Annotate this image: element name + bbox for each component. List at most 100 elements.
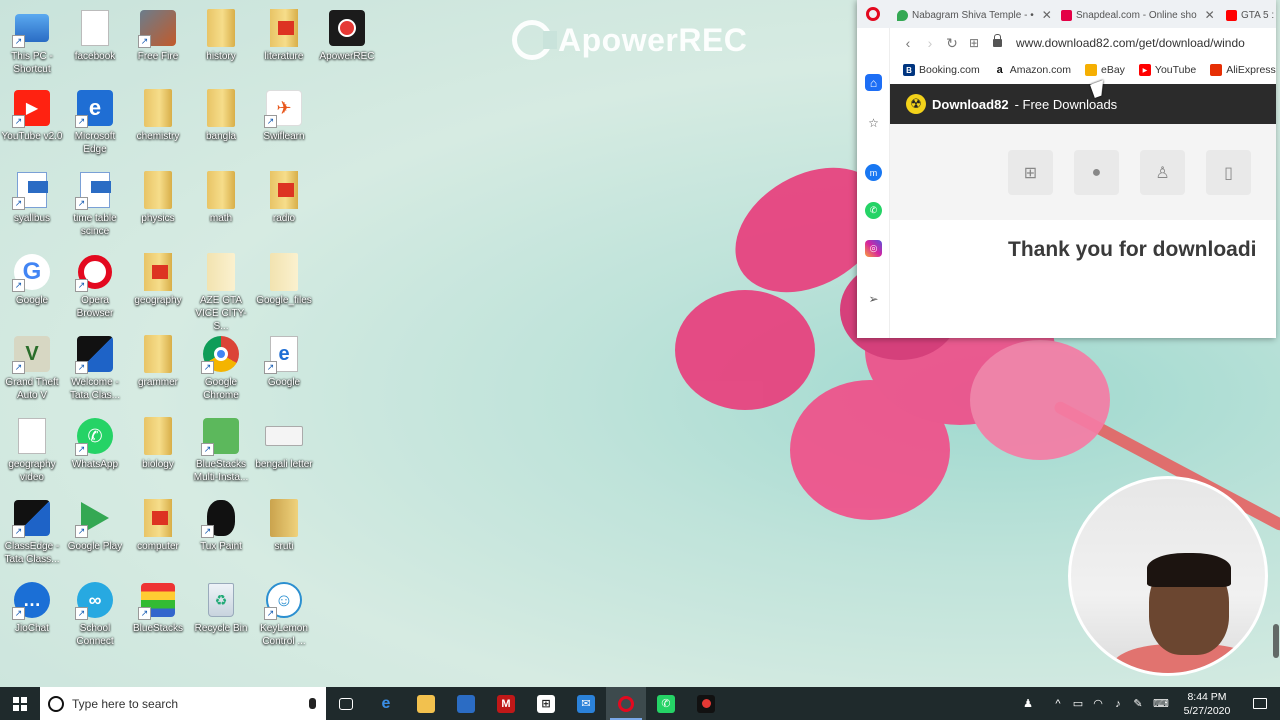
desktop-icon-bangla[interactable]: bangla (189, 88, 253, 143)
start-button[interactable] (0, 687, 40, 720)
desktop-icon-apowerrec[interactable]: ApowerREC (315, 8, 379, 63)
url-field[interactable]: www.download82.com/get/download/windo (1016, 36, 1245, 50)
desktop-icon-whatsapp[interactable]: ✆ WhatsApp (63, 416, 127, 471)
taskbar-whatsapp[interactable]: ✆ (646, 687, 686, 720)
desktop-icon-computer[interactable]: computer (126, 498, 190, 553)
tab-grid-icon[interactable]: ⊞ (963, 36, 985, 50)
clock[interactable]: 8:44 PM 5/27/2020 (1174, 690, 1240, 718)
chrome-icon (201, 334, 241, 374)
whatsapp-icon[interactable]: ✆ (865, 202, 882, 219)
send-icon[interactable]: ➢ (865, 290, 882, 307)
desktop-icon-google-edge[interactable]: e Google (252, 334, 316, 389)
microphone-icon[interactable] (309, 698, 316, 709)
close-tab-icon[interactable]: ✕ (1205, 8, 1215, 22)
desktop-icon-biology[interactable]: biology (126, 416, 190, 471)
desktop-icon-syallbus[interactable]: syallbus (0, 170, 64, 225)
desktop-icon-facebook[interactable]: facebook (63, 8, 127, 63)
desktop-icon-tux-paint[interactable]: Tux Paint (189, 498, 253, 553)
opera-browser-window[interactable]: Nabagram Shiva Temple - • ✕ Snapdeal.com… (857, 0, 1276, 338)
desktop-icon-gta-v[interactable]: V Grand Theft Auto V (0, 334, 64, 402)
taskbar-apowerrec[interactable] (686, 687, 726, 720)
desktop-icon-welcome-tata[interactable]: Welcome - Tata Clas... (63, 334, 127, 402)
task-view-button[interactable] (326, 687, 366, 720)
bluestacks-icon (138, 580, 178, 620)
site-logo-link[interactable]: Download82 (932, 97, 1009, 112)
desktop-icon-classedge[interactable]: ClassEdge - Tata Class... (0, 498, 64, 566)
desktop-icon-bengali-letter[interactable]: bengali letter (252, 416, 316, 471)
desktop-icon-history[interactable]: history (189, 8, 253, 63)
messenger-icon[interactable]: m (865, 164, 882, 181)
pen-icon[interactable]: ✎ (1128, 697, 1148, 710)
desktop-icon-free-fire[interactable]: Free Fire (126, 8, 190, 63)
tab-nabagram[interactable]: Nabagram Shiva Temple - • ✕ (897, 4, 1052, 26)
taskbar-edge[interactable]: e (366, 687, 406, 720)
desktop-icon-keylemon[interactable]: ☺ KeyLemon Control ... (252, 580, 316, 648)
back-arrow-icon[interactable]: ‹ (897, 35, 919, 51)
taskbar-file-explorer[interactable] (406, 687, 446, 720)
mobile-icon[interactable]: ▯ (1206, 150, 1251, 195)
desktop-icon-radio[interactable]: radio (252, 170, 316, 225)
instagram-icon[interactable]: ◎ (865, 240, 882, 257)
star-icon[interactable]: ☆ (865, 114, 882, 131)
reload-icon[interactable]: ↻ (941, 35, 963, 52)
taskbar-word-app[interactable] (446, 687, 486, 720)
taskbar-mcafee[interactable]: M (486, 687, 526, 720)
desktop-icon-youtube[interactable]: ▶ YouTube v2.0 (0, 88, 64, 143)
mail-icon: ✉ (577, 694, 595, 713)
desktop-icon-microsoft-edge[interactable]: e Microsoft Edge (63, 88, 127, 156)
opera-menu-icon[interactable] (866, 7, 880, 21)
wifi-icon[interactable]: ◠ (1088, 697, 1108, 710)
taskbar-mail[interactable]: ✉ (566, 687, 606, 720)
chevron-up-icon[interactable]: ^ (1048, 698, 1068, 710)
desktop-icon-google-chrome[interactable]: Google Chrome (189, 334, 253, 402)
volume-icon[interactable]: ♪ (1108, 698, 1128, 710)
desktop-icon-geography-video[interactable]: geography video (0, 416, 64, 484)
desktop-icon-opera[interactable]: Opera Browser (63, 252, 127, 320)
taskbar-opera[interactable] (606, 687, 646, 720)
opera-icon (618, 695, 634, 712)
bookmark-ebay[interactable]: eBay (1084, 64, 1125, 76)
document-app-icon (457, 694, 475, 713)
desktop-icon-bluestacks-multi[interactable]: BlueStacks Multi-Insta... (189, 416, 253, 484)
windows-icon[interactable]: ⊞ (1008, 150, 1053, 195)
bookmark-booking[interactable]: B Booking.com (903, 64, 980, 76)
bookmark-amazon[interactable]: a Amazon.com (993, 64, 1071, 76)
desktop-icon-recycle-bin[interactable]: ♻ Recycle Bin (189, 580, 253, 635)
taskbar-search[interactable]: Type here to search (40, 687, 326, 720)
desktop-icon-swiflearn[interactable]: ✈ Swiflearn (252, 88, 316, 143)
desktop-icon-math[interactable]: math (189, 170, 253, 225)
forward-arrow-icon[interactable]: › (919, 35, 941, 51)
desktop-icon-gta-vice-city[interactable]: AZE GTA VICE CITY-S... (189, 252, 253, 333)
tab-gta5[interactable]: GTA 5 : (1226, 4, 1276, 26)
bookmark-youtube[interactable]: ▶ YouTube (1138, 64, 1196, 76)
battery-icon[interactable]: ▭ (1068, 697, 1088, 710)
desktop-icon-chemistry[interactable]: chemistry (126, 88, 190, 143)
desktop-icon-literature[interactable]: literature (252, 8, 316, 63)
apple-icon[interactable]: ● (1074, 150, 1119, 195)
linux-penguin-icon[interactable]: ♙ (1140, 150, 1185, 195)
people-icon[interactable]: ♟ (1018, 697, 1038, 710)
youtube-icon: ▶ (1138, 64, 1151, 76)
desktop-icon-school-connect[interactable]: ∞ School Connect (63, 580, 127, 648)
apowerrec-icon (327, 8, 367, 48)
bookmark-aliexpress[interactable]: AliExpress (1210, 64, 1276, 76)
home-icon[interactable]: ⌂ (865, 74, 882, 91)
tab-snapdeal[interactable]: Snapdeal.com - Online sho ✕ (1061, 4, 1216, 26)
desktop-icon-grammer[interactable]: grammer (126, 334, 190, 389)
google-icon: G (12, 252, 52, 292)
desktop-icon-google[interactable]: G Google (0, 252, 64, 307)
desktop-icon-bluestacks[interactable]: BlueStacks (126, 580, 190, 635)
desktop-icon-google-files[interactable]: Google_files (252, 252, 316, 307)
close-tab-icon[interactable]: ✕ (1042, 8, 1052, 22)
desktop-icon-jiochat[interactable]: … JioChat (0, 580, 64, 635)
taskbar-store[interactable]: ⊞ (526, 687, 566, 720)
desktop-icon-this-pc[interactable]: This PC - Shortcut (0, 8, 64, 76)
desktop-icon-google-play[interactable]: Google Play (63, 498, 127, 553)
desktop-icon-sruti[interactable]: sruti (252, 498, 316, 553)
keyboard-icon[interactable]: ⌨ (1148, 697, 1174, 710)
action-center-button[interactable] (1240, 698, 1280, 709)
desktop-icon-geography[interactable]: geography (126, 252, 190, 307)
desktop-icon-time-table[interactable]: time table scince (63, 170, 127, 238)
recycle-bin-icon: ♻ (201, 580, 241, 620)
desktop-icon-physics[interactable]: physics (126, 170, 190, 225)
